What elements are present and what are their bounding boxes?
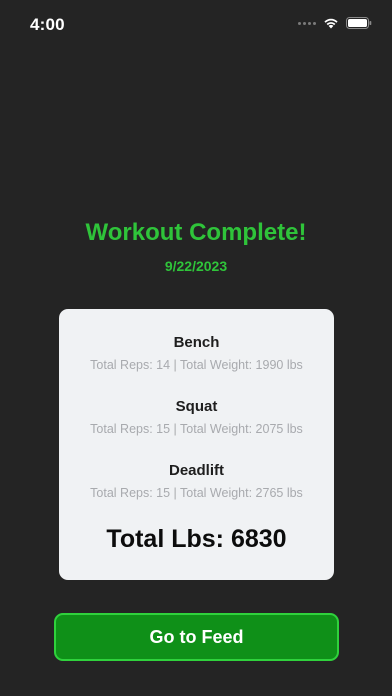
- workout-complete-screen: 4:00 Workout Complete! 9/22/2023 Bench T…: [0, 0, 392, 696]
- page-title: Workout Complete!: [85, 219, 307, 246]
- go-to-feed-button[interactable]: Go to Feed: [54, 613, 339, 661]
- exercise-stats: Total Reps: 15 | Total Weight: 2075 lbs: [90, 422, 303, 436]
- exercise-name: Squat: [175, 398, 218, 415]
- total-weight: Total Lbs: 6830: [106, 525, 287, 553]
- wifi-icon: [324, 18, 338, 29]
- signal-dots-icon: [298, 21, 316, 25]
- battery-icon: [346, 17, 372, 29]
- workout-summary-card: Bench Total Reps: 14 | Total Weight: 199…: [59, 309, 334, 580]
- status-bar: 4:00: [0, 0, 392, 50]
- workout-date: 9/22/2023: [164, 258, 228, 274]
- status-time: 4:00: [30, 15, 65, 34]
- exercise-stats: Total Reps: 14 | Total Weight: 1990 lbs: [90, 358, 303, 372]
- exercise-name: Deadlift: [168, 462, 224, 479]
- exercise-stats: Total Reps: 15 | Total Weight: 2765 lbs: [90, 486, 303, 500]
- status-icons: [298, 17, 372, 29]
- exercise-item: Deadlift Total Reps: 15 | Total Weight: …: [59, 462, 334, 500]
- exercise-item: Squat Total Reps: 15 | Total Weight: 207…: [59, 398, 334, 436]
- exercise-name: Bench: [173, 334, 220, 351]
- exercise-item: Bench Total Reps: 14 | Total Weight: 199…: [59, 334, 334, 372]
